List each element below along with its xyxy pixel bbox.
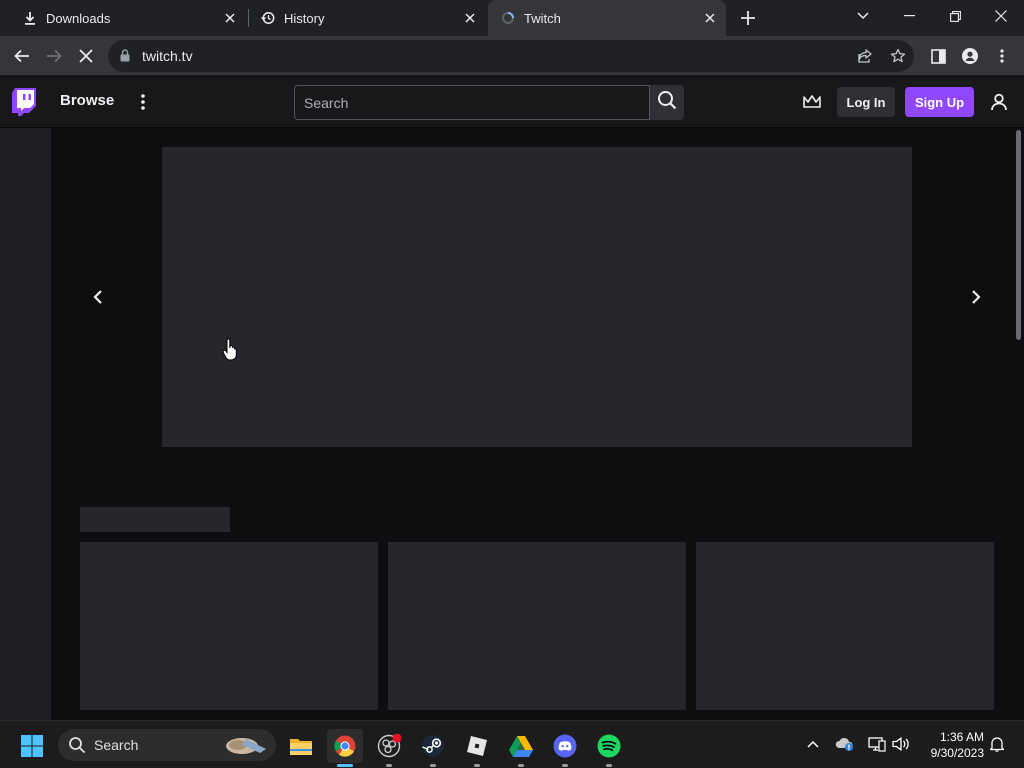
tab-label: History — [284, 10, 325, 26]
search-icon — [68, 736, 86, 757]
taskbar-clock[interactable]: 1:36 AM 9/30/2023 — [920, 729, 984, 761]
side-panel-icon[interactable] — [926, 44, 950, 68]
running-indicator — [430, 764, 436, 767]
tab-search-icon[interactable] — [840, 0, 886, 32]
loading-icon — [500, 10, 516, 26]
stream-card-placeholder[interactable] — [80, 542, 378, 710]
google-drive-icon[interactable] — [503, 729, 539, 767]
network-icon[interactable] — [866, 733, 888, 755]
tab-label: Twitch — [524, 10, 561, 26]
chrome-menu-icon[interactable] — [990, 44, 1014, 68]
twitch-logo-icon[interactable] — [12, 88, 38, 116]
new-tab-button[interactable] — [738, 8, 758, 28]
roblox-icon[interactable] — [459, 729, 495, 767]
tab-downloads[interactable]: Downloads — [8, 0, 246, 36]
show-hidden-icons-icon[interactable] — [802, 733, 824, 755]
tab-label: Downloads — [46, 10, 111, 26]
section-title-placeholder — [80, 507, 230, 532]
discord-icon[interactable] — [547, 729, 583, 767]
back-button[interactable] — [10, 44, 34, 68]
stop-loading-button[interactable] — [74, 44, 98, 68]
running-indicator — [562, 764, 568, 767]
login-button[interactable]: Log In — [837, 87, 895, 117]
running-indicator — [337, 764, 353, 767]
browse-link[interactable]: Browse — [60, 92, 114, 109]
windows-start-icon[interactable] — [14, 729, 50, 763]
running-indicator — [386, 764, 392, 767]
steam-icon[interactable] — [415, 729, 451, 767]
file-explorer-icon[interactable] — [283, 729, 319, 763]
tab-separator — [248, 9, 249, 27]
more-options-icon[interactable] — [136, 91, 150, 113]
running-indicator — [606, 764, 612, 767]
profile-icon[interactable] — [958, 44, 982, 68]
crown-icon[interactable] — [802, 91, 822, 113]
history-icon — [260, 10, 276, 26]
address-bar[interactable]: twitch.tv — [108, 40, 914, 72]
search-button[interactable] — [650, 85, 684, 120]
clock-time: 1:36 AM — [939, 730, 984, 744]
search-highlight-icon — [224, 733, 270, 760]
twitch-top-nav: Browse Search Log In Sign Up — [0, 77, 1024, 127]
restore-button[interactable] — [932, 0, 978, 32]
browser-toolbar: twitch.tv — [0, 36, 1024, 76]
search-icon — [657, 90, 677, 115]
user-icon[interactable] — [988, 91, 1010, 113]
bookmark-star-icon[interactable] — [889, 47, 907, 65]
tab-history[interactable]: History — [250, 0, 486, 36]
download-icon — [22, 10, 38, 26]
notification-bell-icon[interactable] — [986, 733, 1008, 755]
tab-twitch[interactable]: Twitch — [488, 0, 726, 36]
hand-cursor-icon — [222, 338, 238, 362]
stream-card-placeholder[interactable] — [696, 542, 994, 710]
scrollbar-thumb[interactable] — [1016, 130, 1021, 340]
featured-carousel-placeholder[interactable] — [162, 147, 912, 447]
taskbar-search[interactable]: Search — [58, 729, 276, 761]
carousel-next-icon[interactable] — [966, 287, 986, 307]
side-nav — [0, 128, 51, 720]
obs-icon[interactable] — [371, 729, 407, 767]
volume-icon[interactable] — [890, 733, 912, 755]
stream-card-placeholder[interactable] — [388, 542, 686, 710]
lock-icon — [120, 49, 130, 67]
taskbar-search-label: Search — [94, 737, 139, 753]
signup-button[interactable]: Sign Up — [905, 87, 974, 117]
share-icon[interactable] — [856, 47, 874, 65]
carousel-prev-icon[interactable] — [88, 287, 108, 307]
windows-taskbar: Search 1:36 AM 9/30/2023 — [0, 720, 1024, 768]
close-icon[interactable] — [702, 10, 718, 26]
url-text: twitch.tv — [142, 48, 193, 64]
running-indicator — [474, 764, 480, 767]
running-indicator — [518, 764, 524, 767]
close-icon[interactable] — [222, 10, 238, 26]
chrome-icon[interactable] — [327, 729, 363, 767]
close-window-button[interactable] — [978, 0, 1024, 32]
clock-date: 9/30/2023 — [930, 746, 984, 760]
forward-button[interactable] — [42, 44, 66, 68]
browser-tab-strip: Downloads History Twitch — [0, 0, 1024, 36]
spotify-icon[interactable] — [591, 729, 627, 767]
minimize-button[interactable] — [886, 0, 932, 32]
search-input[interactable]: Search — [294, 85, 650, 120]
close-icon[interactable] — [462, 10, 478, 26]
onedrive-icon[interactable] — [834, 733, 856, 755]
search-placeholder: Search — [304, 95, 349, 111]
